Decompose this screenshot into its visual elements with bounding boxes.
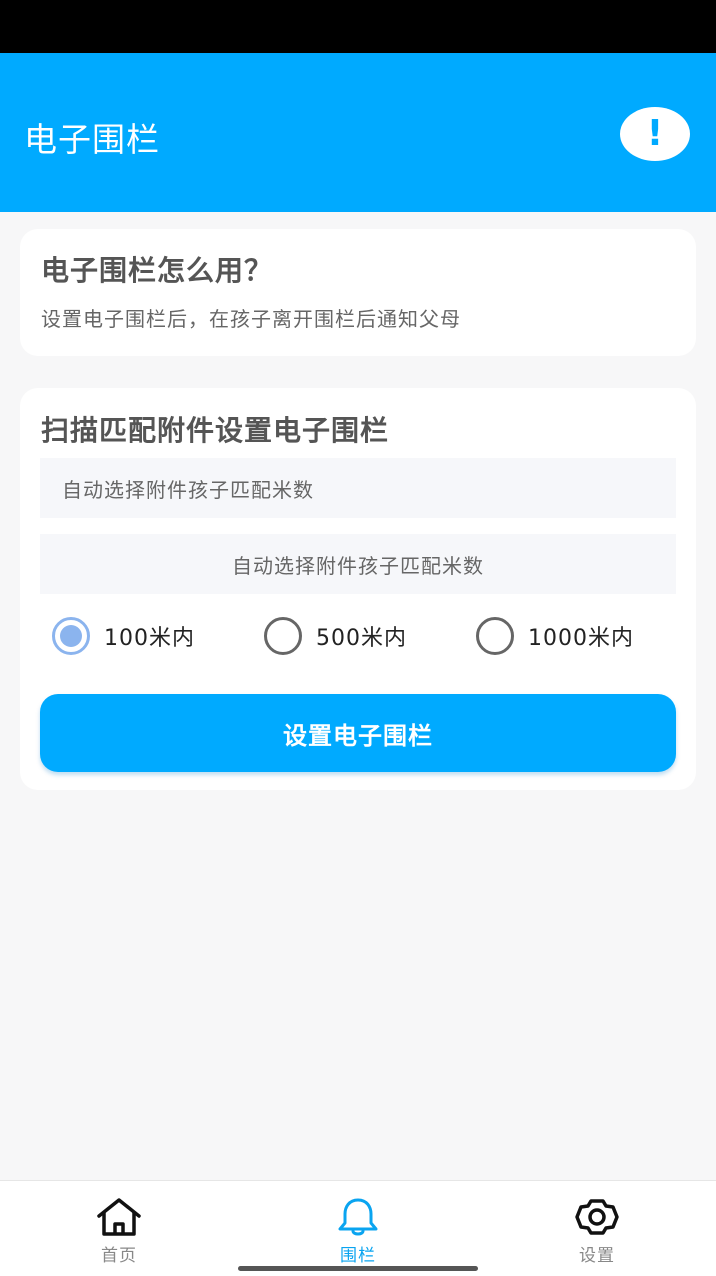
radio-unchecked-icon	[264, 617, 302, 655]
accessory-distance-field-2[interactable]: 自动选择附件孩子匹配米数	[40, 534, 676, 594]
nav-label-fence: 围栏	[340, 1246, 376, 1266]
field-1-text: 自动选择附件孩子匹配米数	[62, 477, 314, 502]
page: 电子围栏 ! 电子围栏怎么用？ 设置电子围栏后，在孩子离开围栏后通知父母 扫描匹…	[0, 0, 716, 1276]
radio-500m[interactable]: 500米内	[264, 616, 407, 656]
nav-item-settings[interactable]: 设置	[537, 1197, 657, 1266]
radio-label: 1000米内	[528, 626, 634, 651]
radio-label: 500米内	[316, 626, 407, 651]
exclamation-icon: !	[646, 113, 664, 154]
intro-title: 电子围栏怎么用？	[41, 254, 274, 287]
set-fence-button[interactable]: 设置电子围栏	[40, 694, 676, 772]
nav-label-settings: 设置	[579, 1246, 615, 1266]
fence-setup-card: 扫描匹配附件设置电子围栏 自动选择附件孩子匹配米数 自动选择附件孩子匹配米数 1…	[20, 388, 696, 790]
radio-checked-icon	[52, 617, 90, 655]
accessory-distance-field-1[interactable]: 自动选择附件孩子匹配米数	[40, 458, 676, 518]
home-icon	[95, 1197, 143, 1237]
radius-radio-group: 100米内 500米内 1000米内	[20, 616, 696, 656]
nav-item-home[interactable]: 首页	[59, 1197, 179, 1266]
radio-unchecked-icon	[476, 617, 514, 655]
radio-label: 100米内	[104, 626, 195, 651]
gear-icon	[573, 1197, 621, 1237]
field-2-text: 自动选择附件孩子匹配米数	[232, 553, 484, 578]
page-title: 电子围栏	[24, 120, 160, 159]
bell-icon	[334, 1197, 382, 1237]
nav-item-fence[interactable]: 围栏	[298, 1197, 418, 1266]
radio-100m[interactable]: 100米内	[52, 616, 195, 656]
info-button[interactable]: !	[620, 107, 690, 161]
home-indicator	[238, 1266, 478, 1271]
intro-description: 设置电子围栏后，在孩子离开围栏后通知父母	[41, 307, 461, 331]
intro-card: 电子围栏怎么用？ 设置电子围栏后，在孩子离开围栏后通知父母	[20, 229, 696, 356]
radio-1000m[interactable]: 1000米内	[476, 616, 634, 656]
nav-label-home: 首页	[101, 1246, 137, 1266]
bottom-nav: 首页 围栏 设置	[0, 1180, 716, 1276]
setup-title: 扫描匹配附件设置电子围栏	[41, 414, 390, 447]
app-bar: 电子围栏 !	[0, 53, 716, 212]
status-bar	[0, 0, 716, 53]
